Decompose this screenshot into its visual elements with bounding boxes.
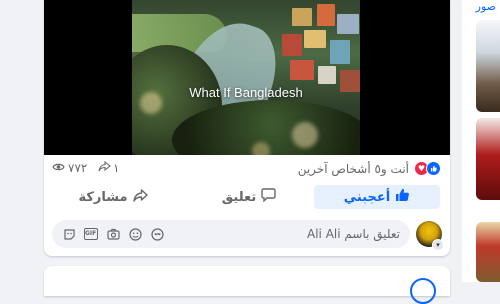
eye-icon [52, 161, 65, 175]
video-scene-building [292, 8, 312, 26]
video-scene-bokeh [292, 122, 318, 148]
comment-input-placeholder: تعليق باسم Ali Ali [307, 227, 400, 241]
avatar-sticker-icon[interactable] [62, 227, 76, 241]
shares-count-value: ١ [113, 161, 120, 175]
like-button-label: أعجبني [343, 189, 391, 205]
video-scene-building [318, 66, 336, 84]
shares-count[interactable]: ١ [98, 160, 120, 175]
reactions-text: أنت و٥ أشخاص آخرين [297, 161, 409, 176]
reactions-summary[interactable]: أنت و٥ أشخاص آخرين ♥ [298, 161, 441, 176]
next-post-card [44, 266, 450, 304]
sidebar-thumbnail[interactable] [476, 222, 500, 282]
sidebar-thumbnail[interactable] [476, 118, 500, 200]
comment-tools: GIF [62, 227, 164, 241]
video-scene-building [330, 40, 350, 64]
gif-icon[interactable]: GIF [84, 227, 98, 241]
thumbs-up-icon [395, 188, 410, 206]
video-caption: What If Bangladesh [189, 85, 303, 100]
chevron-down-icon[interactable]: ▾ [432, 239, 444, 251]
share-icon [132, 188, 148, 206]
video-player[interactable]: What If Bangladesh [44, 0, 450, 155]
like-reaction-icon [426, 161, 441, 176]
video-frame[interactable]: What If Bangladesh [132, 0, 360, 155]
share-button-label: مشاركة [78, 189, 128, 205]
sidebar-title[interactable]: صور [476, 0, 496, 13]
camera-icon[interactable] [106, 227, 120, 241]
post-actions-row: أعجبني تعليق مشاركة [44, 182, 450, 212]
video-scene-building [304, 30, 326, 48]
post-card: What If Bangladesh ٧٧٢ ١ أنت و٥ أشخاص آخ… [44, 0, 450, 256]
views-count[interactable]: ٧٧٢ [52, 161, 87, 175]
share-arrow-icon [98, 160, 111, 175]
comment-input[interactable]: تعليق باسم Ali Ali GIF [52, 220, 410, 248]
comment-bubble-icon [261, 188, 276, 206]
video-scene-building [317, 4, 335, 26]
video-scene-building [337, 14, 359, 34]
emoji-icon[interactable] [128, 227, 142, 241]
comment-composer-row: تعليق باسم Ali Ali GIF ▾ [44, 218, 450, 251]
like-button[interactable]: أعجبني [314, 185, 440, 209]
sticker-icon[interactable] [150, 227, 164, 241]
comment-button[interactable]: تعليق [194, 185, 304, 209]
video-scene-building [282, 34, 302, 56]
comment-button-label: تعليق [221, 189, 257, 205]
video-scene-bokeh [252, 142, 270, 155]
post-stats-row: ٧٧٢ ١ أنت و٥ أشخاص آخرين ♥ [44, 157, 450, 181]
video-scene-building [290, 60, 314, 80]
sidebar-thumbnail[interactable] [476, 20, 500, 112]
views-count-value: ٧٧٢ [68, 161, 88, 175]
share-button[interactable]: مشاركة [58, 185, 168, 209]
